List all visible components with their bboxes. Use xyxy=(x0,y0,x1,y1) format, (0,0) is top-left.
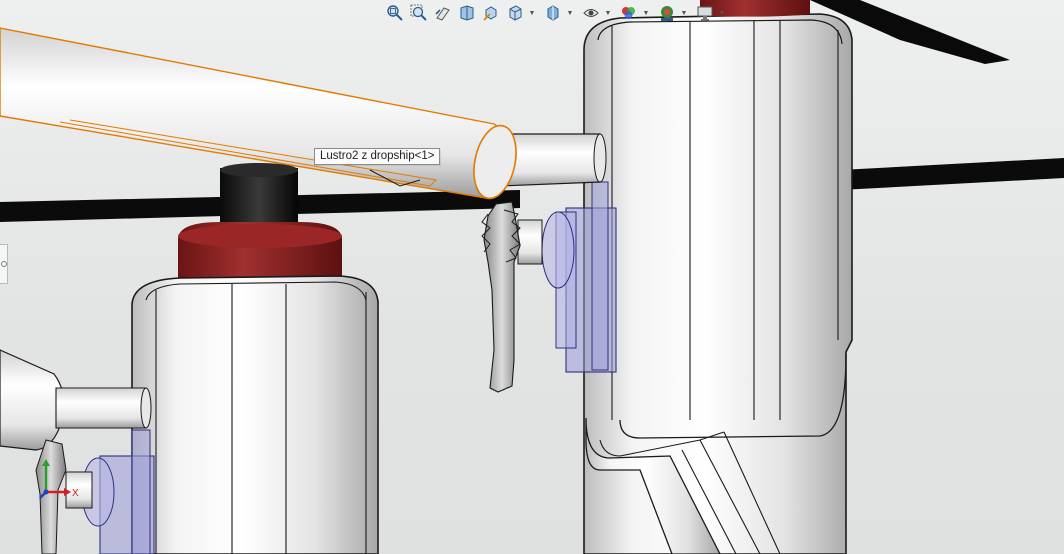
triad-x-label: X xyxy=(72,488,79,499)
display-style-icon[interactable] xyxy=(542,2,564,24)
scene-dropdown[interactable]: ▼ xyxy=(680,2,688,24)
model-scene[interactable] xyxy=(0,0,1064,554)
right-gear-lever[interactable] xyxy=(481,201,521,393)
coordinate-triad-icon: X xyxy=(39,459,79,499)
hide-show-icon[interactable] xyxy=(580,2,602,24)
graphics-area[interactable]: ▼ ▼ ▼ ▼ ▼ ▼ Lustro2 z dropship<1> X xyxy=(0,0,1064,554)
center-hub[interactable] xyxy=(178,163,342,282)
hide-show-dropdown[interactable]: ▼ xyxy=(604,2,612,24)
right-servo[interactable] xyxy=(517,181,617,373)
view-orientation-dropdown[interactable]: ▼ xyxy=(528,2,536,24)
view-orientation-icon[interactable] xyxy=(504,2,526,24)
right-tower[interactable] xyxy=(583,0,853,554)
section-view-icon[interactable] xyxy=(456,2,478,24)
edit-appearance-dropdown[interactable]: ▼ xyxy=(642,2,650,24)
scene-icon[interactable] xyxy=(656,2,678,24)
selection-tooltip: Lustro2 z dropship<1> xyxy=(314,148,441,165)
coordinate-triad: X xyxy=(36,458,80,504)
zoom-area-icon[interactable] xyxy=(408,2,430,24)
pane-handle-dot-icon xyxy=(0,261,7,267)
annotation-views-icon[interactable] xyxy=(480,2,502,24)
display-style-dropdown[interactable]: ▼ xyxy=(566,2,574,24)
zoom-fit-icon[interactable] xyxy=(384,2,406,24)
feature-manager-pane-handle[interactable] xyxy=(0,244,8,284)
tooltip-text: Lustro2 z dropship<1> xyxy=(320,150,435,162)
view-settings-dropdown[interactable]: ▼ xyxy=(718,2,726,24)
previous-view-icon[interactable] xyxy=(432,2,454,24)
monitor-icon[interactable] xyxy=(694,2,716,24)
left-tower[interactable] xyxy=(131,275,379,554)
heads-up-view-toolbar: ▼ ▼ ▼ ▼ ▼ ▼ xyxy=(384,2,730,24)
edit-appearance-icon[interactable] xyxy=(618,2,640,24)
